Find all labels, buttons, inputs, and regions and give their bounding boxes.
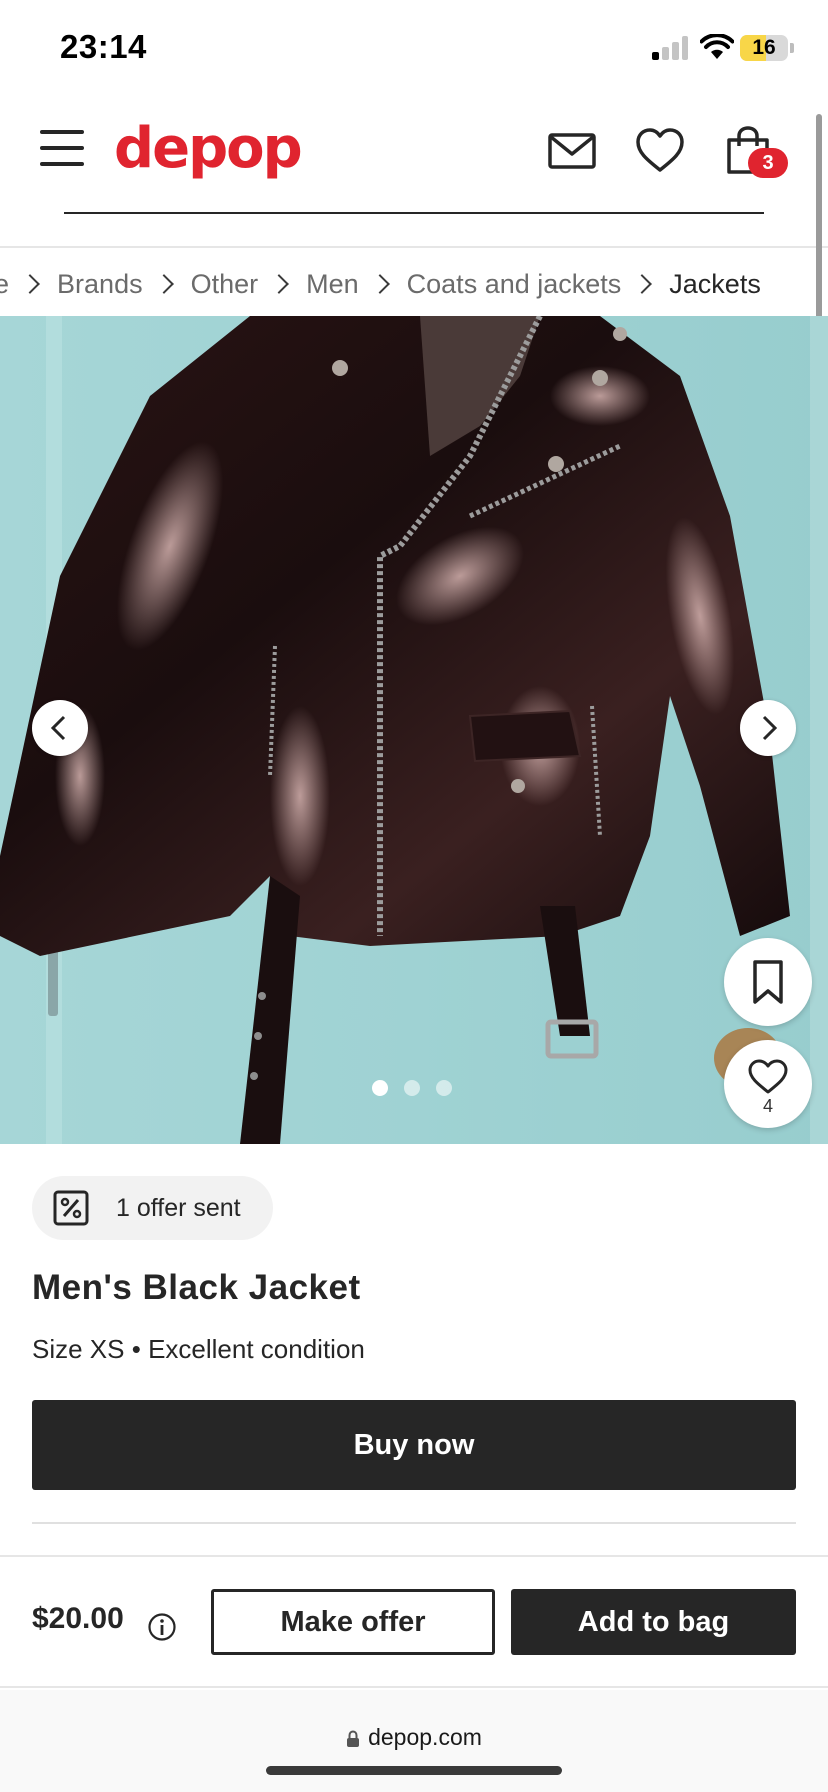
offer-status-chip[interactable]: 1 offer sent xyxy=(32,1176,273,1240)
add-to-bag-button[interactable]: Add to bag xyxy=(511,1589,796,1655)
like-count: 4 xyxy=(762,1096,773,1116)
chevron-right-icon xyxy=(20,274,40,294)
battery-percent: 16 xyxy=(752,36,776,59)
home-indicator[interactable] xyxy=(266,1766,562,1775)
breadcrumb: e Brands Other Men Coats and jackets Jac… xyxy=(0,262,761,306)
chevron-right-icon xyxy=(762,715,778,741)
like-button[interactable]: 4 xyxy=(724,1040,812,1128)
product-image[interactable] xyxy=(0,316,828,1144)
save-button[interactable] xyxy=(724,938,812,1026)
pagination-dot[interactable] xyxy=(436,1080,452,1096)
next-image-button[interactable] xyxy=(740,700,796,756)
cellular-signal-icon xyxy=(652,36,688,60)
bag-count-badge: 3 xyxy=(748,148,788,178)
chevron-right-icon xyxy=(153,274,174,294)
discount-tag-icon xyxy=(53,1190,89,1226)
buy-now-button[interactable]: Buy now xyxy=(32,1400,796,1490)
divider xyxy=(0,1555,828,1557)
pagination-dot[interactable] xyxy=(372,1080,388,1096)
status-time: 23:14 xyxy=(60,28,147,65)
product-size: Size XS xyxy=(32,1334,125,1364)
breadcrumb-item-jackets: Jackets xyxy=(669,268,761,299)
info-icon[interactable] xyxy=(147,1612,177,1642)
jacket-photo xyxy=(0,316,828,1144)
breadcrumb-item-other[interactable]: Other xyxy=(191,269,259,300)
chevron-left-icon xyxy=(50,715,66,741)
battery-indicator: 16 xyxy=(740,35,788,61)
make-offer-button[interactable]: Make offer xyxy=(211,1589,495,1655)
product-price: $20.00 xyxy=(32,1602,124,1635)
browser-url-bar[interactable]: depop.com xyxy=(0,1690,828,1792)
image-pagination-dots xyxy=(372,1080,452,1096)
breadcrumb-item[interactable]: e xyxy=(0,269,9,300)
header-divider xyxy=(0,246,828,248)
offer-chip-label: 1 offer sent xyxy=(116,1193,241,1222)
site-header: depop 3 xyxy=(0,100,828,248)
breadcrumb-item-men[interactable]: Men xyxy=(306,269,359,300)
hamburger-menu-icon[interactable] xyxy=(40,128,86,168)
product-attributes: Size XS • Excellent condition xyxy=(32,1334,365,1365)
url-display[interactable]: depop.com xyxy=(0,1724,828,1751)
divider xyxy=(0,1686,828,1688)
product-title: Men's Black Jacket xyxy=(32,1268,361,1307)
url-text: depop.com xyxy=(368,1724,482,1750)
battery-tip xyxy=(790,43,794,53)
breadcrumb-item-brands[interactable]: Brands xyxy=(57,269,143,300)
heart-icon[interactable] xyxy=(634,126,686,176)
mail-icon[interactable] xyxy=(546,126,598,176)
chevron-right-icon xyxy=(369,274,390,294)
lock-icon xyxy=(347,1730,360,1747)
chevron-right-icon xyxy=(269,274,290,294)
bookmark-icon xyxy=(753,960,783,1004)
search-underline xyxy=(64,212,764,214)
separator-dot: • xyxy=(131,1334,149,1364)
depop-logo[interactable]: depop xyxy=(114,116,303,181)
status-bar: 23:14 16 xyxy=(0,0,828,100)
previous-image-button[interactable] xyxy=(32,700,88,756)
breadcrumb-item-coats-and-jackets[interactable]: Coats and jackets xyxy=(407,269,622,300)
divider xyxy=(32,1522,796,1524)
product-condition: Excellent condition xyxy=(148,1334,365,1364)
chevron-right-icon xyxy=(632,274,653,294)
pagination-dot[interactable] xyxy=(404,1080,420,1096)
wifi-icon xyxy=(700,34,734,59)
